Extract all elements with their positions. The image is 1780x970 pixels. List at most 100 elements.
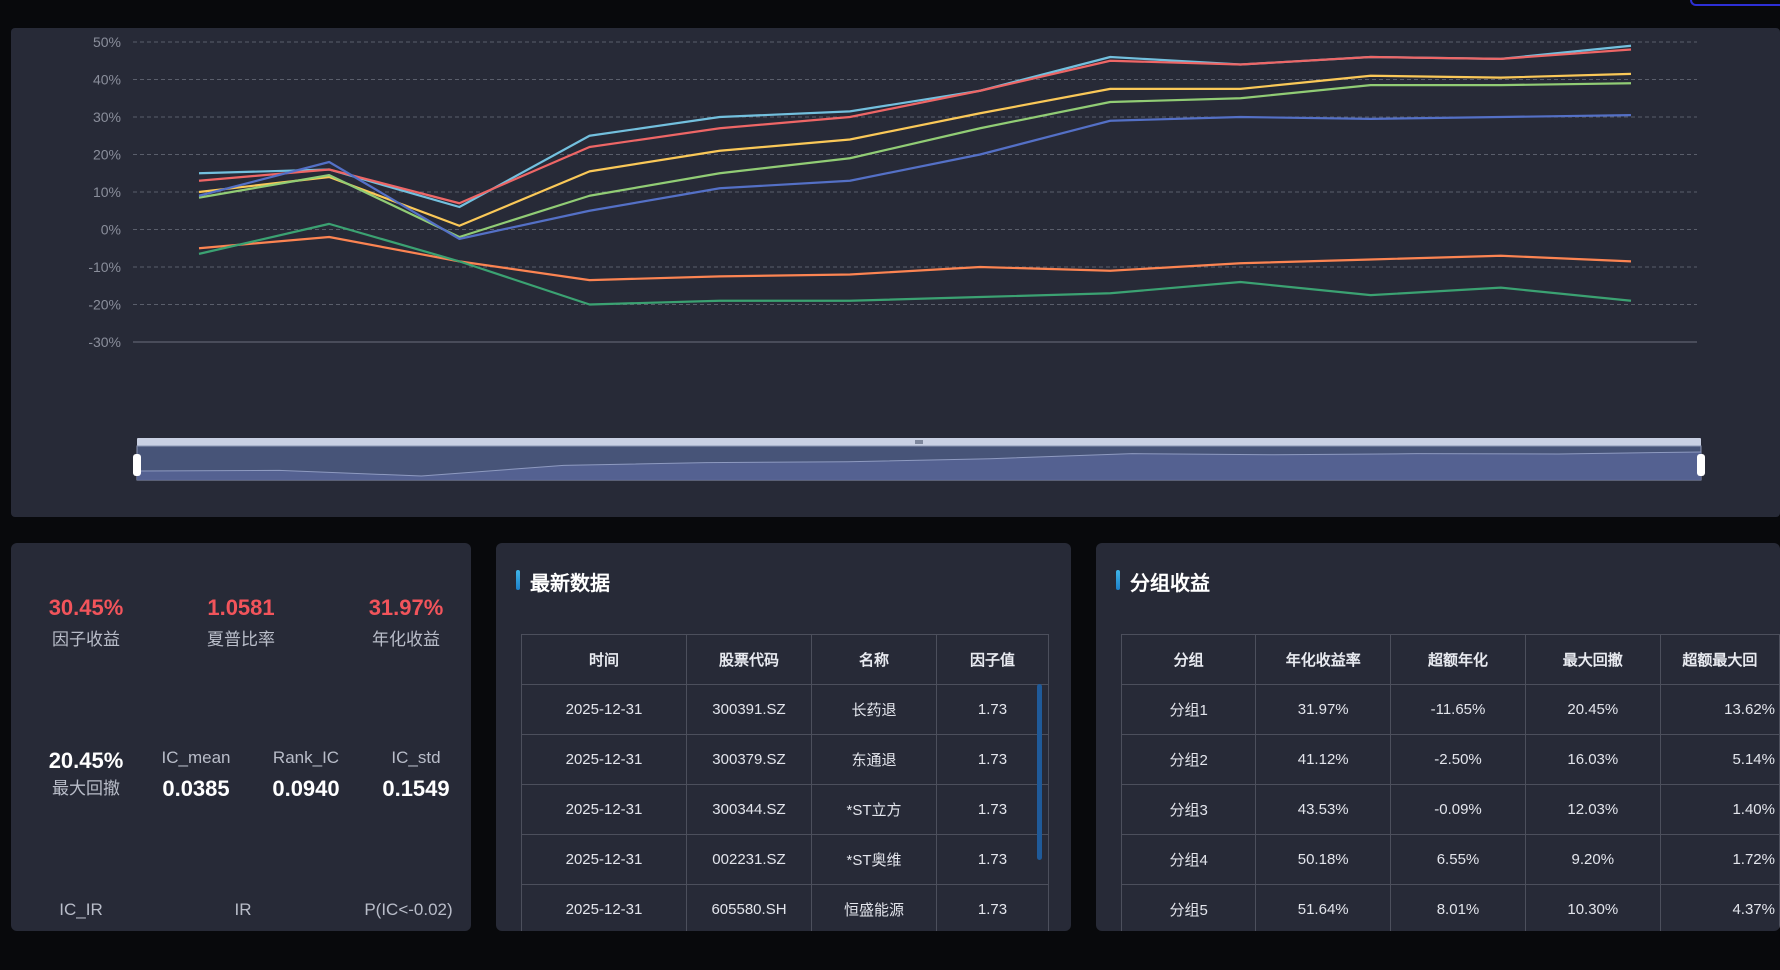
table-row[interactable]: 分组3 43.53% -0.09% 12.03% 1.40% (1120, 784, 1780, 835)
group-returns-title: 分组收益 (1116, 567, 1210, 596)
table-row[interactable]: 分组1 31.97% -11.65% 20.45% 13.62% (1120, 684, 1780, 735)
cell-excess-max-drawdown: 1.72% (1659, 834, 1780, 885)
sharpe-label: 夏普比率 (207, 630, 275, 649)
cell-annual: 50.18% (1255, 834, 1392, 885)
zoom-handle-left[interactable] (133, 454, 141, 476)
cell-factor: 1.73 (936, 784, 1049, 835)
ic-std-stat: IC_std 0.1549 (361, 748, 471, 802)
y-tick-label: -30% (88, 334, 121, 350)
ic-std-value: 0.1549 (382, 776, 450, 801)
group-returns-panel: 分组收益 分组 年化收益率 超额年化 最大回撤 超额最大回 分组1 31.97%… (1096, 543, 1780, 931)
zoom-slider-grip-icon (915, 440, 923, 444)
table-scrollbar[interactable] (1037, 684, 1042, 860)
series-line (198, 114, 1632, 240)
column-header-group[interactable]: 分组 (1120, 634, 1257, 685)
p-ic-label: P(IC<-0.02) (364, 900, 453, 919)
ic-mean-label: IC_mean (161, 748, 231, 767)
table-row[interactable]: 分组4 50.18% 6.55% 9.20% 1.72% (1120, 834, 1780, 885)
returns-chart-panel: 50% 40% 30% 20% 10% 0% -10% -20% -30% (11, 28, 1780, 517)
cell-name: *ST立方 (811, 784, 937, 835)
y-tick-label: 10% (93, 184, 121, 200)
cell-excess-max-drawdown: 5.14% (1659, 734, 1780, 785)
table-row[interactable]: 2025-12-31 300379.SZ 东通退 1.73 (521, 734, 1049, 785)
column-header-code[interactable]: 股票代码 (686, 634, 812, 685)
column-header-excess-max-drawdown[interactable]: 超额最大回 (1659, 634, 1780, 685)
series-line (198, 72, 1632, 227)
cell-group: 分组3 (1120, 784, 1257, 835)
cell-code: 300391.SZ (686, 684, 812, 735)
rank-ic-value: 0.0940 (272, 776, 340, 801)
cell-name: 东通退 (811, 734, 937, 785)
rank-ic-stat: Rank_IC 0.0940 (251, 748, 361, 802)
ic-ir-label: IC_IR (59, 900, 103, 919)
ic-std-label: IC_std (391, 748, 441, 767)
cell-excess-max-drawdown: 1.40% (1659, 784, 1780, 835)
latest-data-table: 时间 股票代码 名称 因子值 2025-12-31 300391.SZ 长药退 … (521, 634, 1049, 931)
cell-group: 分组5 (1120, 884, 1257, 931)
cell-excess-annual: -0.09% (1390, 784, 1526, 835)
ic-mean-value: 0.0385 (162, 776, 230, 801)
series-line (198, 82, 1632, 239)
table-row[interactable]: 2025-12-31 002231.SZ *ST奥维 1.73 (521, 834, 1049, 885)
table-row[interactable]: 2025-12-31 300391.SZ 长药退 1.73 (521, 684, 1049, 735)
series-line (198, 235, 1632, 282)
latest-data-panel: 最新数据 时间 股票代码 名称 因子值 2025-12-31 300391.SZ… (496, 543, 1071, 931)
max-drawdown-stat: 20.45% 最大回撤 (21, 748, 151, 799)
cell-group: 分组4 (1120, 834, 1257, 885)
cell-code: 605580.SH (686, 884, 812, 931)
series-line (198, 222, 1632, 306)
column-header-factor[interactable]: 因子值 (936, 634, 1049, 685)
zoom-handle-right[interactable] (1697, 454, 1705, 476)
cell-excess-annual: -11.65% (1390, 684, 1526, 735)
cell-code: 002231.SZ (686, 834, 812, 885)
max-drawdown-value: 20.45% (48, 748, 124, 773)
table-row[interactable]: 2025-12-31 605580.SH 恒盛能源 1.73 (521, 884, 1049, 931)
cell-name: *ST奥维 (811, 834, 937, 885)
max-drawdown-label: 最大回撤 (52, 779, 120, 798)
ic-mean-stat: IC_mean 0.0385 (141, 748, 251, 802)
table-row[interactable]: 分组2 41.12% -2.50% 16.03% 5.14% (1120, 734, 1780, 785)
cell-factor: 1.73 (936, 834, 1049, 885)
cell-code: 300344.SZ (686, 784, 812, 835)
title-accent-bar (1116, 570, 1120, 590)
column-header-max-drawdown[interactable]: 最大回撤 (1524, 634, 1661, 685)
column-header-time[interactable]: 时间 (521, 634, 687, 685)
cell-max-drawdown: 20.45% (1524, 684, 1661, 735)
returns-line-chart: 50% 40% 30% 20% 10% 0% -10% -20% -30% (88, 34, 1705, 481)
cell-time: 2025-12-31 (521, 734, 687, 785)
cell-excess-max-drawdown: 4.37% (1659, 884, 1780, 931)
cell-max-drawdown: 12.03% (1524, 784, 1661, 835)
cell-time: 2025-12-31 (521, 784, 687, 835)
cell-time: 2025-12-31 (521, 834, 687, 885)
cell-code: 300379.SZ (686, 734, 812, 785)
cell-annual: 41.12% (1255, 734, 1392, 785)
y-tick-label: 50% (93, 34, 121, 50)
p-ic-stat: P(IC<-0.02) (346, 896, 471, 920)
cell-annual: 31.97% (1255, 684, 1392, 735)
annual-return-value: 31.97% (368, 595, 444, 620)
ir-stat: IR (183, 896, 303, 920)
top-right-accent (1690, 0, 1780, 6)
cell-excess-max-drawdown: 13.62% (1659, 684, 1780, 735)
cell-factor: 1.73 (936, 684, 1049, 735)
ir-label: IR (234, 900, 252, 919)
cell-annual: 51.64% (1255, 884, 1392, 931)
factor-return-label: 因子收益 (52, 630, 120, 649)
cell-time: 2025-12-31 (521, 684, 687, 735)
cell-max-drawdown: 16.03% (1524, 734, 1661, 785)
cell-max-drawdown: 9.20% (1524, 834, 1661, 885)
latest-data-title-text: 最新数据 (530, 573, 610, 595)
column-header-excess-annual[interactable]: 超额年化 (1390, 634, 1526, 685)
stats-panel: 30.45% 因子收益 1.0581 夏普比率 31.97% 年化收益 20.4… (11, 543, 471, 931)
column-header-name[interactable]: 名称 (811, 634, 937, 685)
column-header-annual[interactable]: 年化收益率 (1255, 634, 1392, 685)
latest-data-title: 最新数据 (516, 567, 610, 596)
cell-name: 恒盛能源 (811, 884, 937, 931)
rank-ic-label: Rank_IC (272, 748, 340, 767)
sharpe-stat: 1.0581 夏普比率 (176, 595, 306, 650)
cell-group: 分组1 (1120, 684, 1257, 735)
y-tick-label: -10% (88, 259, 121, 275)
table-row[interactable]: 2025-12-31 300344.SZ *ST立方 1.73 (521, 784, 1049, 835)
y-tick-label: 20% (93, 147, 121, 163)
table-row[interactable]: 分组5 51.64% 8.01% 10.30% 4.37% (1120, 884, 1780, 931)
